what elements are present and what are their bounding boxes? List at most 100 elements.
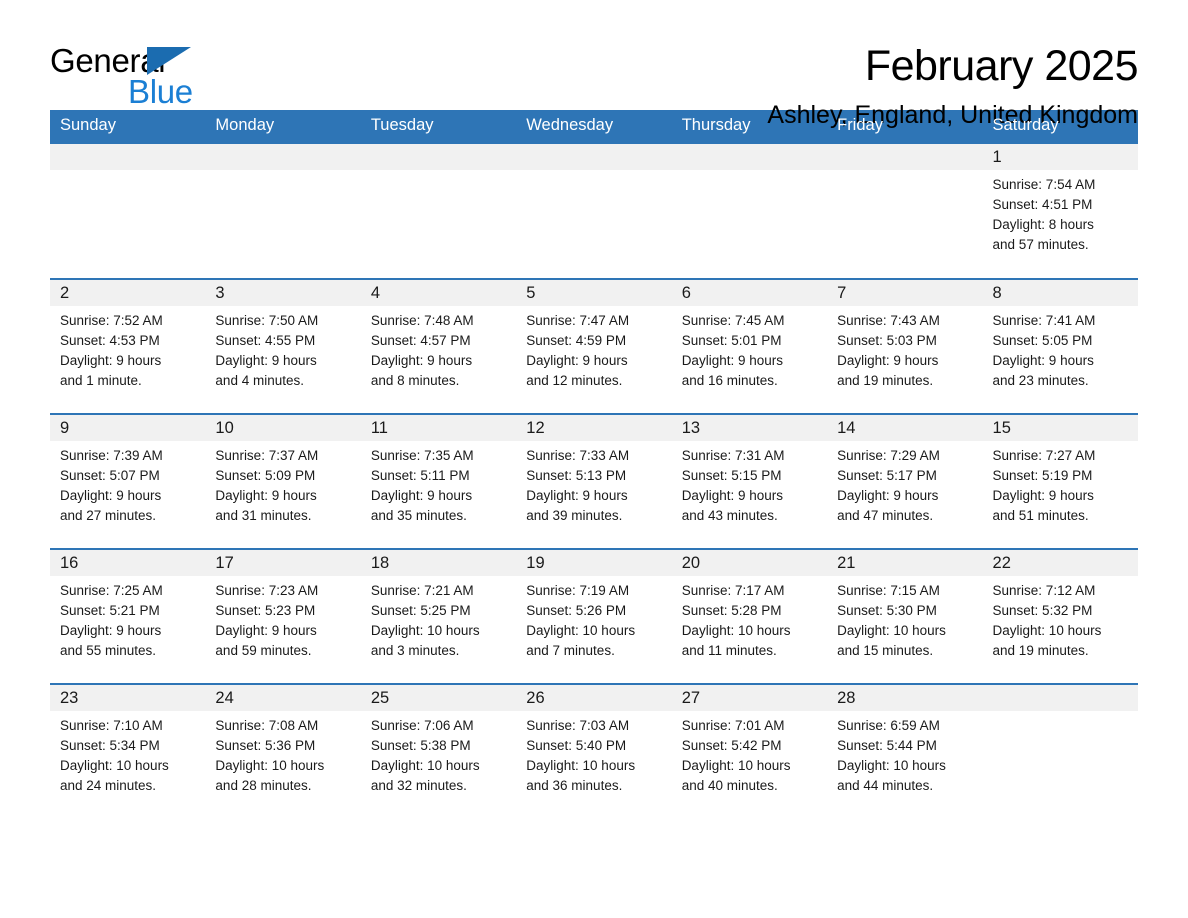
day-details: Sunrise: 7:33 AM Sunset: 5:13 PM Daylight:…: [516, 441, 671, 526]
daylight-text-line1: Daylight: 10 hours: [681, 623, 791, 638]
day-details: Sunrise: 7:35 AM Sunset: 5:11 PM Daylight:…: [361, 441, 516, 526]
daylight-text-line2: and 40 minutes.: [681, 778, 778, 793]
sunset-text: Sunset: 5:34 PM: [60, 738, 160, 753]
sunset-text: Sunset: 5:09 PM: [215, 468, 316, 483]
calendar-cell-day[interactable]: 22 Sunrise: 7:12 AM Sunset: 5:32 PM Dayligh…: [982, 548, 1138, 684]
sunset-text: Sunset: 5:17 PM: [837, 468, 937, 483]
calendar-cell-day[interactable]: 26 Sunrise: 7:03 AM Sunset: 5:40 PM Dayligh…: [516, 683, 672, 819]
sunset-text: Sunset: 5:07 PM: [60, 468, 160, 483]
day-details: Sunrise: 7:52 AM Sunset: 4:53 PM Daylight:…: [50, 306, 205, 391]
day-number: [671, 144, 828, 170]
calendar-cell-empty: [360, 142, 517, 279]
daylight-text-line2: and 11 minutes.: [681, 643, 777, 658]
day-number: 26: [516, 685, 672, 711]
day-details: Sunrise: 7:25 AM Sunset: 5:21 PM Daylight:…: [50, 576, 205, 661]
calendar-cell-day[interactable]: 17 Sunrise: 7:23 AM Sunset: 5:23 PM Dayligh…: [205, 548, 361, 684]
calendar-cell-day[interactable]: 25 Sunrise: 7:06 AM Sunset: 5:38 PM Dayligh…: [360, 683, 517, 819]
day-number: 11: [360, 415, 517, 441]
daylight-text-line1: Daylight: 10 hours: [370, 758, 480, 773]
day-number: 19: [516, 550, 672, 576]
day-details: Sunrise: 7:37 AM Sunset: 5:09 PM Daylight:…: [205, 441, 360, 526]
calendar-cell-day[interactable]: 21 Sunrise: 7:15 AM Sunset: 5:30 PM Dayligh…: [827, 548, 983, 684]
sunset-text: Sunset: 5:03 PM: [837, 333, 937, 348]
daylight-text-line2: and 12 minutes.: [526, 373, 623, 388]
sunset-text: Sunset: 5:26 PM: [526, 603, 627, 618]
calendar-cell-inner: 27 Sunrise: 7:01 AM Sunset: 5:42 PM Dayligh…: [671, 685, 828, 819]
calendar-cell-empty: [516, 142, 672, 279]
day-number: 1: [982, 144, 1138, 170]
day-details: Sunrise: 7:21 AM Sunset: 5:25 PM Daylight:…: [361, 576, 516, 661]
calendar-cell-day[interactable]: 28 Sunrise: 6:59 AM Sunset: 5:44 PM Dayligh…: [827, 683, 983, 819]
daylight-text-line1: Daylight: 9 hours: [681, 353, 783, 368]
sunrise-text: Sunrise: 7:03 AM: [526, 718, 630, 733]
logo-triangle-icon: [147, 47, 191, 75]
daylight-text-line2: and 28 minutes.: [215, 778, 312, 793]
day-details: Sunrise: 7:47 AM Sunset: 4:59 PM Daylight:…: [516, 306, 671, 391]
daylight-text-line2: and 32 minutes.: [370, 778, 467, 793]
calendar-cell-inner: 9 Sunrise: 7:39 AM Sunset: 5:07 PM Daylight…: [50, 415, 206, 548]
calendar-cell-inner: 7 Sunrise: 7:43 AM Sunset: 5:03 PM Daylight…: [827, 280, 983, 413]
calendar-cell-day[interactable]: 20 Sunrise: 7:17 AM Sunset: 5:28 PM Dayligh…: [671, 548, 828, 684]
calendar-cell-day[interactable]: 10 Sunrise: 7:37 AM Sunset: 5:09 PM Dayligh…: [205, 413, 361, 549]
sunrise-text: Sunrise: 7:52 AM: [60, 313, 163, 328]
calendar-cell-day[interactable]: 16 Sunrise: 7:25 AM Sunset: 5:21 PM Dayligh…: [50, 548, 206, 684]
day-number: [360, 144, 517, 170]
daylight-text-line2: and 8 minutes.: [370, 373, 460, 388]
daylight-text-line2: and 55 minutes.: [60, 643, 157, 658]
calendar-cell-inner: 13 Sunrise: 7:31 AM Sunset: 5:15 PM Dayligh…: [671, 415, 828, 548]
calendar-cell-day[interactable]: 5 Sunrise: 7:47 AM Sunset: 4:59 PM Daylight…: [516, 278, 672, 414]
day-details: Sunrise: 7:10 AM Sunset: 5:34 PM Daylight:…: [50, 711, 205, 796]
calendar-cell-inner: 28 Sunrise: 6:59 AM Sunset: 5:44 PM Dayligh…: [827, 685, 983, 819]
daylight-text-line1: Daylight: 10 hours: [526, 623, 636, 638]
daylight-text-line2: and 57 minutes.: [992, 237, 1089, 252]
day-number: 4: [360, 280, 517, 306]
day-details: Sunrise: 7:19 AM Sunset: 5:26 PM Daylight:…: [516, 576, 671, 661]
day-details: Sunrise: 7:45 AM Sunset: 5:01 PM Daylight:…: [672, 306, 827, 391]
sunrise-text: Sunrise: 7:19 AM: [526, 583, 630, 598]
calendar-cell-day[interactable]: 1 Sunrise: 7:54 AM Sunset: 4:51 PM Daylight…: [982, 142, 1138, 279]
daylight-text-line1: Daylight: 9 hours: [215, 488, 317, 503]
calendar-cell-day[interactable]: 12 Sunrise: 7:33 AM Sunset: 5:13 PM Dayligh…: [516, 413, 672, 549]
daylight-text-line1: Daylight: 9 hours: [215, 353, 317, 368]
daylight-text-line1: Daylight: 10 hours: [215, 758, 325, 773]
sunrise-text: Sunrise: 6:59 AM: [837, 718, 940, 733]
calendar-cell-day[interactable]: 14 Sunrise: 7:29 AM Sunset: 5:17 PM Dayligh…: [827, 413, 983, 549]
calendar-cell-day[interactable]: 8 Sunrise: 7:41 AM Sunset: 5:05 PM Daylight…: [982, 278, 1138, 414]
calendar-cell-inner: 2 Sunrise: 7:52 AM Sunset: 4:53 PM Daylight…: [50, 280, 206, 413]
daylight-text-line1: Daylight: 10 hours: [681, 758, 791, 773]
calendar-cell-day[interactable]: 23 Sunrise: 7:10 AM Sunset: 5:34 PM Dayligh…: [50, 683, 206, 819]
daylight-text-line1: Daylight: 9 hours: [837, 488, 939, 503]
day-number: 3: [205, 280, 361, 306]
calendar-cell-inner: 18 Sunrise: 7:21 AM Sunset: 5:25 PM Dayligh…: [360, 550, 517, 683]
day-number: 9: [50, 415, 206, 441]
day-number: 23: [50, 685, 206, 711]
calendar-cell-inner: 16 Sunrise: 7:25 AM Sunset: 5:21 PM Dayligh…: [50, 550, 206, 683]
calendar-cell-day[interactable]: 13 Sunrise: 7:31 AM Sunset: 5:15 PM Dayligh…: [671, 413, 828, 549]
calendar-cell-day[interactable]: 15 Sunrise: 7:27 AM Sunset: 5:19 PM Dayligh…: [982, 413, 1138, 549]
daylight-text-line2: and 15 minutes.: [837, 643, 934, 658]
calendar-cell-day[interactable]: 2 Sunrise: 7:52 AM Sunset: 4:53 PM Daylight…: [50, 278, 206, 414]
calendar-cell-day[interactable]: 18 Sunrise: 7:21 AM Sunset: 5:25 PM Dayligh…: [360, 548, 517, 684]
calendar-cell-day[interactable]: 24 Sunrise: 7:08 AM Sunset: 5:36 PM Dayligh…: [205, 683, 361, 819]
calendar-cell-day[interactable]: 6 Sunrise: 7:45 AM Sunset: 5:01 PM Daylight…: [671, 278, 828, 414]
sunrise-text: Sunrise: 7:37 AM: [215, 448, 319, 463]
daylight-text-line2: and 51 minutes.: [992, 508, 1089, 523]
daylight-text-line2: and 47 minutes.: [837, 508, 934, 523]
daylight-text-line2: and 24 minutes.: [60, 778, 157, 793]
day-number: 14: [827, 415, 983, 441]
calendar-cell-empty: [671, 142, 828, 279]
calendar-cell-inner: 1 Sunrise: 7:54 AM Sunset: 4:51 PM Daylight…: [982, 144, 1138, 278]
calendar-cell-day[interactable]: 9 Sunrise: 7:39 AM Sunset: 5:07 PM Daylight…: [50, 413, 206, 549]
calendar-cell-day[interactable]: 3 Sunrise: 7:50 AM Sunset: 4:55 PM Daylight…: [205, 278, 361, 414]
calendar-cell-day[interactable]: 19 Sunrise: 7:19 AM Sunset: 5:26 PM Dayligh…: [516, 548, 672, 684]
daylight-text-line1: Daylight: 9 hours: [837, 353, 939, 368]
calendar-cell-day[interactable]: 4 Sunrise: 7:48 AM Sunset: 4:57 PM Daylight…: [360, 278, 517, 414]
calendar-cell-day[interactable]: 11 Sunrise: 7:35 AM Sunset: 5:11 PM Dayligh…: [360, 413, 517, 549]
calendar-cell-day[interactable]: 27 Sunrise: 7:01 AM Sunset: 5:42 PM Dayligh…: [671, 683, 828, 819]
sunset-text: Sunset: 5:01 PM: [681, 333, 782, 348]
calendar-cell-inner: 10 Sunrise: 7:37 AM Sunset: 5:09 PM Dayligh…: [205, 415, 361, 548]
calendar-cell-day[interactable]: 7 Sunrise: 7:43 AM Sunset: 5:03 PM Daylight…: [827, 278, 983, 414]
daylight-text-line1: Daylight: 10 hours: [992, 623, 1102, 638]
sunset-text: Sunset: 5:23 PM: [215, 603, 316, 618]
daylight-text-line1: Daylight: 10 hours: [837, 623, 946, 638]
